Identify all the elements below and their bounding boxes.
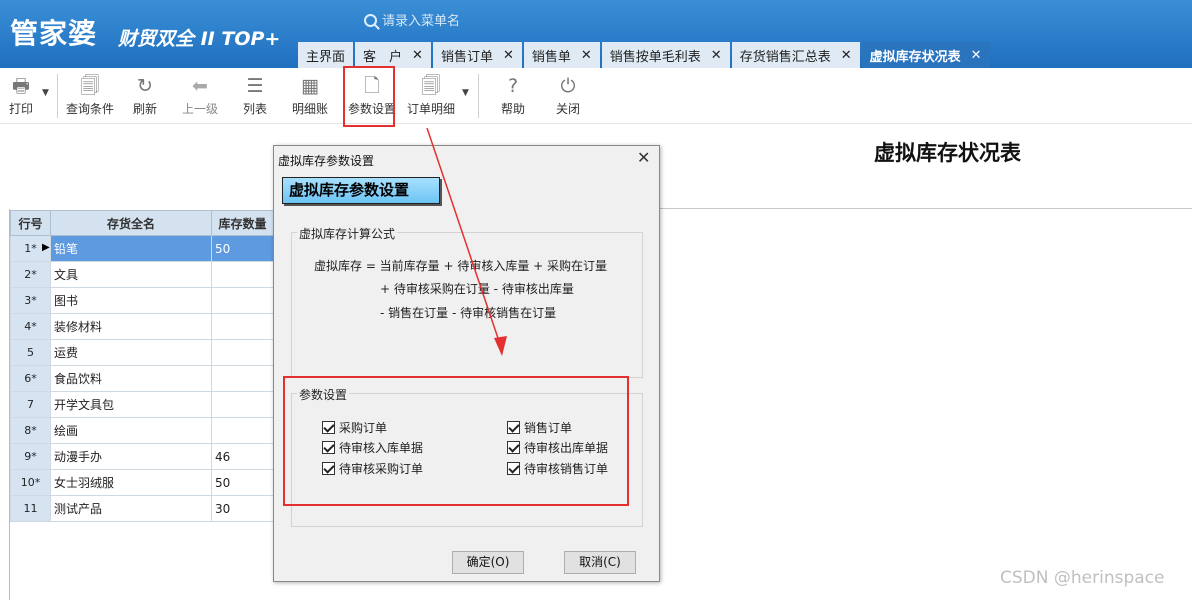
watermark: CSDN @herinspace [1000, 568, 1165, 588]
annotation-arrow-line [426, 127, 503, 351]
annotation-arrow [426, 127, 507, 356]
annotation-arrow-head [494, 336, 507, 356]
